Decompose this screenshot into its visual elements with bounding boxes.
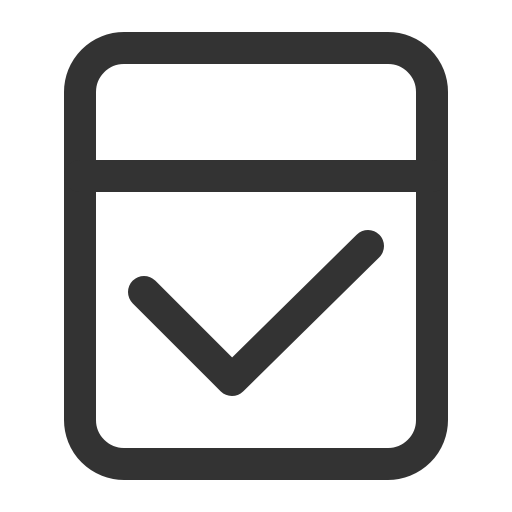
checkmark-icon bbox=[128, 230, 384, 396]
icon-canvas bbox=[0, 0, 512, 512]
document-check-icon bbox=[64, 32, 448, 480]
